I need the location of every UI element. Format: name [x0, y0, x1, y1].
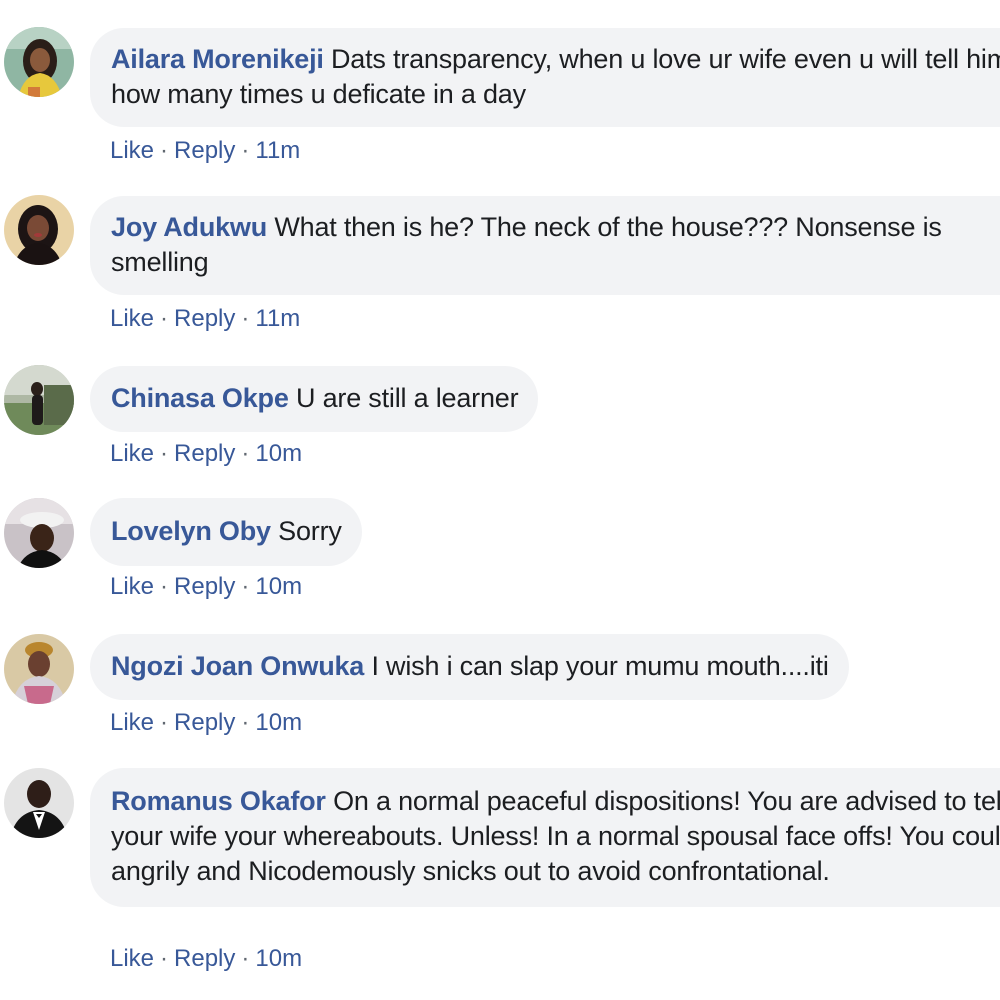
timestamp[interactable]: 11m [255, 137, 300, 164]
avatar[interactable] [4, 768, 74, 838]
like-link[interactable]: Like [110, 945, 154, 972]
comment-text: U are still a learner [295, 383, 519, 413]
avatar[interactable] [4, 498, 74, 568]
comment-actions: Like · Reply · 11m [110, 305, 300, 333]
comment-actions: Like · Reply · 10m [110, 709, 302, 737]
comment-author[interactable]: Joy Adukwu [111, 212, 267, 242]
like-link[interactable]: Like [110, 305, 154, 332]
comment-text: I wish i can slap your mumu mouth....iti [371, 651, 829, 681]
profile-photo-icon [4, 498, 74, 568]
avatar[interactable] [4, 634, 74, 704]
avatar[interactable] [4, 195, 74, 265]
avatar[interactable] [4, 365, 74, 435]
comment-actions: Like · Reply · 10m [110, 945, 302, 973]
comment-bubble: Chinasa Okpe U are still a learner [90, 366, 539, 432]
profile-photo-icon [4, 27, 74, 97]
like-link[interactable]: Like [110, 137, 154, 164]
reply-link[interactable]: Reply [174, 573, 235, 600]
separator: · [160, 137, 169, 164]
separator: · [160, 440, 169, 467]
avatar[interactable] [4, 27, 74, 97]
reply-link[interactable]: Reply [174, 440, 235, 467]
like-link[interactable]: Like [110, 573, 154, 600]
like-link[interactable]: Like [110, 709, 154, 736]
comment-actions: Like · Reply · 11m [110, 137, 300, 165]
separator: · [160, 945, 169, 972]
separator: · [160, 709, 169, 736]
separator: · [241, 440, 250, 467]
like-link[interactable]: Like [110, 440, 154, 467]
profile-photo-icon [4, 195, 74, 265]
reply-link[interactable]: Reply [174, 137, 235, 164]
comment-author[interactable]: Romanus Okafor [111, 786, 326, 816]
comment-bubble: Ngozi Joan Onwuka I wish i can slap your… [90, 634, 849, 700]
profile-photo-icon [4, 634, 74, 704]
profile-photo-icon [4, 768, 74, 838]
comment-text: Sorry [278, 516, 342, 546]
comment-actions: Like · Reply · 10m [110, 573, 302, 601]
reply-link[interactable]: Reply [174, 945, 235, 972]
separator: · [241, 945, 250, 972]
profile-photo-icon [4, 365, 74, 435]
comment-bubble: Lovelyn Oby Sorry [90, 498, 362, 566]
comment-author[interactable]: Chinasa Okpe [111, 383, 289, 413]
separator: · [241, 305, 250, 332]
reply-link[interactable]: Reply [174, 305, 235, 332]
timestamp[interactable]: 10m [255, 945, 302, 972]
comment-bubble: Romanus Okafor On a normal peaceful disp… [90, 768, 1000, 907]
reply-link[interactable]: Reply [174, 709, 235, 736]
comment-author[interactable]: Ailara Morenikeji [111, 44, 324, 74]
timestamp[interactable]: 10m [255, 440, 302, 467]
timestamp[interactable]: 10m [255, 573, 302, 600]
comment-bubble: Joy Adukwu What then is he? The neck of … [90, 196, 1000, 295]
separator: · [241, 573, 250, 600]
comment-author[interactable]: Lovelyn Oby [111, 516, 271, 546]
comment-actions: Like · Reply · 10m [110, 440, 302, 468]
timestamp[interactable]: 10m [255, 709, 302, 736]
comment-bubble: Ailara Morenikeji Dats transparency, whe… [90, 28, 1000, 127]
separator: · [241, 137, 250, 164]
comment-author[interactable]: Ngozi Joan Onwuka [111, 651, 364, 681]
separator: · [160, 305, 169, 332]
separator: · [160, 573, 169, 600]
timestamp[interactable]: 11m [255, 305, 300, 332]
separator: · [241, 709, 250, 736]
